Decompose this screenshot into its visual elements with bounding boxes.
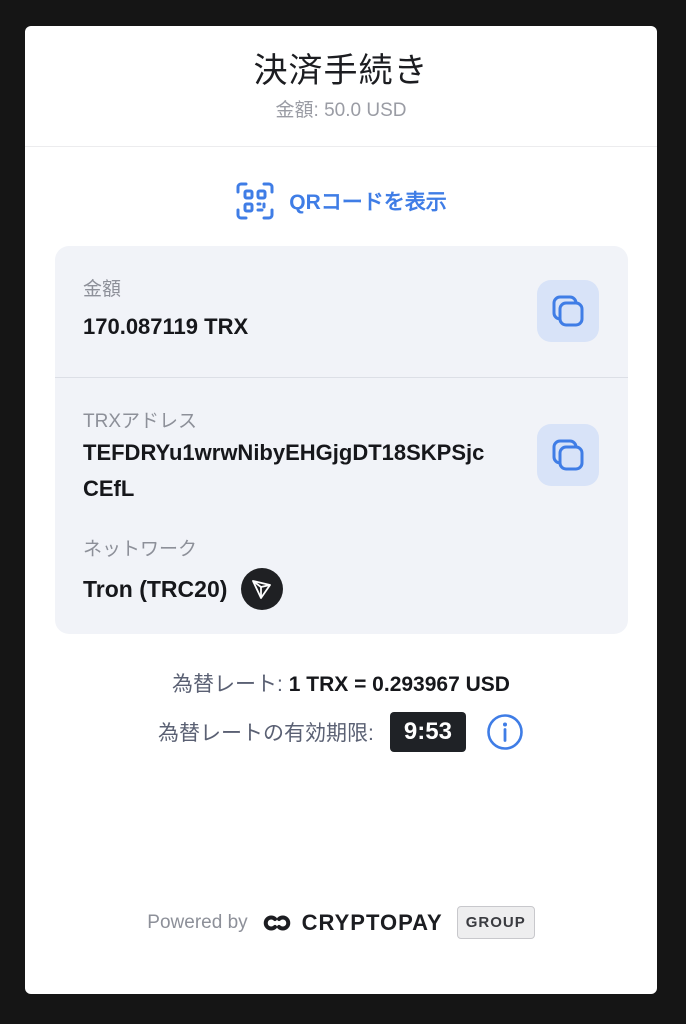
amount-label: 金額 — [83, 279, 122, 300]
copy-icon — [550, 437, 586, 473]
page-title: 決済手続き — [253, 52, 429, 90]
copy-amount-button[interactable] — [537, 280, 599, 342]
rate-expiry-label: 為替レートの有効期限: — [158, 722, 374, 745]
qr-scan-icon — [235, 181, 275, 221]
powered-by-text: Powered by — [147, 911, 248, 933]
network-row: Tron (TRC20) — [83, 568, 284, 610]
exchange-rate-label: 為替レート: — [172, 673, 283, 696]
address-value-line2: CEfL — [83, 476, 135, 501]
show-qr-button[interactable]: QRコードを表示 — [25, 181, 657, 221]
info-icon[interactable] — [486, 713, 524, 751]
network-label: ネットワーク — [83, 539, 198, 560]
panel-divider — [55, 377, 628, 378]
group-badge: GROUP — [456, 906, 535, 939]
payment-card: 決済手続き 金額: 50.0 USD QRコードを表示 金額 170.08711… — [25, 26, 657, 994]
address-label: TRXアドレス — [83, 411, 198, 432]
network-value: Tron (TRC20) — [83, 575, 228, 602]
show-qr-label: QRコードを表示 — [289, 191, 447, 214]
brand-name: CRYPTOPAY — [301, 909, 443, 935]
exchange-rate-value: 1 TRX = 0.293967 USD — [288, 673, 510, 696]
header: 決済手続き 金額: 50.0 USD — [25, 26, 657, 147]
amount-subtitle: 金額: 50.0 USD — [275, 100, 407, 121]
footer: Powered by CRYPTOPAY GROUP — [25, 906, 657, 939]
copy-icon — [550, 293, 586, 329]
countdown-timer: 9:53 — [389, 712, 466, 752]
rate-expiry-row: 為替レートの有効期限: 9:53 — [25, 712, 657, 752]
tron-logo-icon — [241, 568, 284, 610]
payment-details-panel: 金額 170.087119 TRX TRXアドレス TEFDRYu1wrwNib… — [55, 246, 628, 634]
amount-value: 170.087119 TRX — [83, 314, 249, 339]
cryptopay-logo-icon — [262, 914, 292, 932]
exchange-rate: 為替レート: 1 TRX = 0.293967 USD — [25, 668, 657, 698]
address-value-line1: TEFDRYu1wrwNibyEHGjgDT18SKPSjc — [83, 440, 485, 465]
copy-address-button[interactable] — [537, 424, 599, 486]
